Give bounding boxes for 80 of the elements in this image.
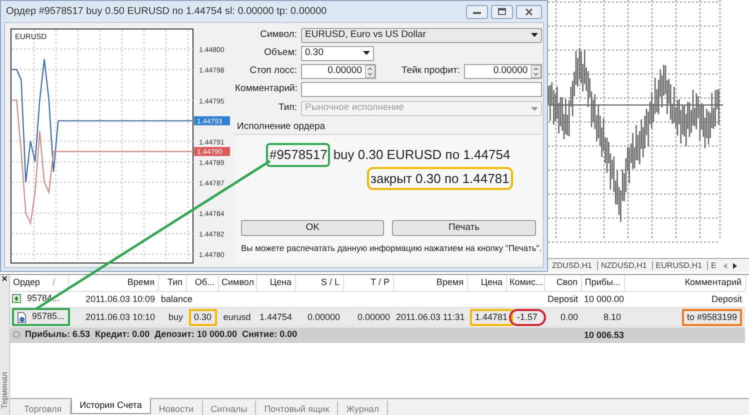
stop-loss-spinner[interactable]: 0.00000 bbox=[301, 64, 376, 78]
maximize-icon bbox=[498, 8, 506, 15]
volume-combobox[interactable]: 0.30 bbox=[301, 46, 374, 60]
table-cell: 10 000.00 bbox=[584, 294, 624, 304]
document-icon bbox=[17, 312, 26, 322]
tab[interactable]: Новости bbox=[150, 401, 203, 415]
panel-title: Терминал bbox=[0, 372, 10, 409]
column-header[interactable]: Ордер / bbox=[10, 275, 68, 291]
column-header[interactable]: T / P bbox=[343, 275, 393, 291]
close-button[interactable]: × bbox=[2, 275, 8, 285]
circle-icon bbox=[13, 331, 20, 338]
caret-icon bbox=[530, 106, 538, 110]
window-title: Ордер #9578517 buy 0.50 EURUSD по 1.44754 sl: 0.00000 tp: 0.00000 bbox=[6, 5, 327, 19]
take-profit-spinner[interactable]: 0.00000 bbox=[464, 64, 542, 78]
field-label: Объем: bbox=[263, 46, 298, 60]
column-header[interactable]: Цена bbox=[256, 275, 295, 291]
order-id[interactable]: 95785... bbox=[32, 310, 65, 324]
order-text: buy 0.30 EURUSD по 1.44754 bbox=[333, 146, 510, 164]
note-text: Вы можете распечатать данную информацию нажатием на кнопку "Печать". bbox=[240, 242, 542, 255]
column-header[interactable]: Комментарий bbox=[624, 275, 745, 291]
field-label: Тип: bbox=[278, 101, 298, 116]
maximize-button[interactable] bbox=[491, 4, 513, 18]
comment-input[interactable] bbox=[301, 82, 542, 97]
close-button[interactable] bbox=[516, 4, 542, 18]
table-cell: 0.00000 bbox=[307, 312, 340, 322]
column-header[interactable]: Время bbox=[393, 275, 467, 291]
table-cell: buy bbox=[168, 312, 183, 322]
table-cell: 2011.06.03 11:31 bbox=[396, 312, 465, 322]
tab[interactable]: Сигналы bbox=[202, 401, 256, 415]
deposit-icon bbox=[12, 294, 21, 303]
field-label: Стоп лосс: bbox=[248, 64, 298, 78]
close-icon bbox=[525, 8, 533, 16]
table-cell: 2011.06.03 10:09 bbox=[86, 294, 155, 304]
chart-tab[interactable]: EURUSD,H1 bbox=[652, 261, 706, 270]
tab[interactable]: Почтовый ящик bbox=[256, 401, 338, 415]
tab[interactable]: История Счета bbox=[70, 398, 151, 414]
column-header[interactable]: Время bbox=[68, 275, 158, 291]
table-cell: 0.30 bbox=[189, 308, 217, 326]
column-header[interactable]: Прибы... bbox=[581, 275, 624, 291]
column-header[interactable]: S / L bbox=[295, 275, 343, 291]
column-header[interactable]: Символ bbox=[218, 275, 256, 291]
summary-text: Прибыль: 6.53 Кредит: 0.00 Депозит: 10 000.00 Снятие: 0.00 bbox=[25, 328, 298, 341]
ok-button[interactable]: OK bbox=[241, 220, 384, 236]
table-cell: 1.44781 bbox=[470, 308, 513, 326]
table-cell: 8.10 bbox=[603, 312, 621, 322]
chart-tab[interactable]: NZDUSD,H1 bbox=[597, 261, 650, 270]
scroll-arrows-icon[interactable] bbox=[723, 262, 738, 268]
minimize-button[interactable] bbox=[466, 4, 488, 18]
chart-tab[interactable]: ZDUSD,H1 bbox=[549, 261, 596, 270]
field-label: Комментарий: bbox=[235, 82, 298, 96]
field-label: Тейк профит: bbox=[400, 64, 461, 78]
close-text: закрыт 0.30 по 1.44781 bbox=[366, 166, 514, 190]
field-label: Символ: bbox=[259, 28, 298, 42]
table-cell: Deposit bbox=[547, 294, 578, 304]
order-number: #9578517 bbox=[266, 143, 330, 167]
symbol-dropdown[interactable]: EURUSD, Euro vs US Dollar bbox=[301, 28, 542, 42]
table-cell: Deposit bbox=[711, 294, 742, 304]
table-cell: -1.57 bbox=[509, 308, 546, 326]
caret-icon bbox=[363, 51, 370, 55]
table-cell: to #9583199 bbox=[682, 308, 742, 326]
caret-icon bbox=[530, 33, 538, 37]
table-cell: 2011.06.03 10:10 bbox=[86, 312, 155, 322]
sort-icon: / bbox=[52, 277, 56, 287]
minimize-icon bbox=[473, 10, 481, 14]
table-cell: eurusd bbox=[223, 312, 251, 322]
column-header[interactable]: Цена bbox=[467, 275, 506, 291]
total-value: 10 006.53 bbox=[584, 330, 624, 340]
column-header[interactable]: Об... bbox=[186, 275, 218, 291]
print-button[interactable]: Печать bbox=[392, 220, 536, 236]
tab[interactable]: Журнал bbox=[338, 401, 388, 415]
column-header[interactable]: Комис... bbox=[506, 275, 544, 291]
table-cell: 0.00000 bbox=[357, 312, 390, 322]
column-header[interactable]: Тип bbox=[158, 275, 186, 291]
column-title: Ордер bbox=[13, 277, 40, 287]
table-cell: 1.44754 bbox=[259, 312, 292, 322]
table-cell: balance bbox=[161, 294, 193, 304]
table-cell: 0.00 bbox=[560, 312, 578, 322]
column-header[interactable]: Своп bbox=[544, 275, 581, 291]
group-title: Исполнение ордера bbox=[237, 120, 326, 134]
chart-tab[interactable]: E bbox=[707, 261, 720, 270]
